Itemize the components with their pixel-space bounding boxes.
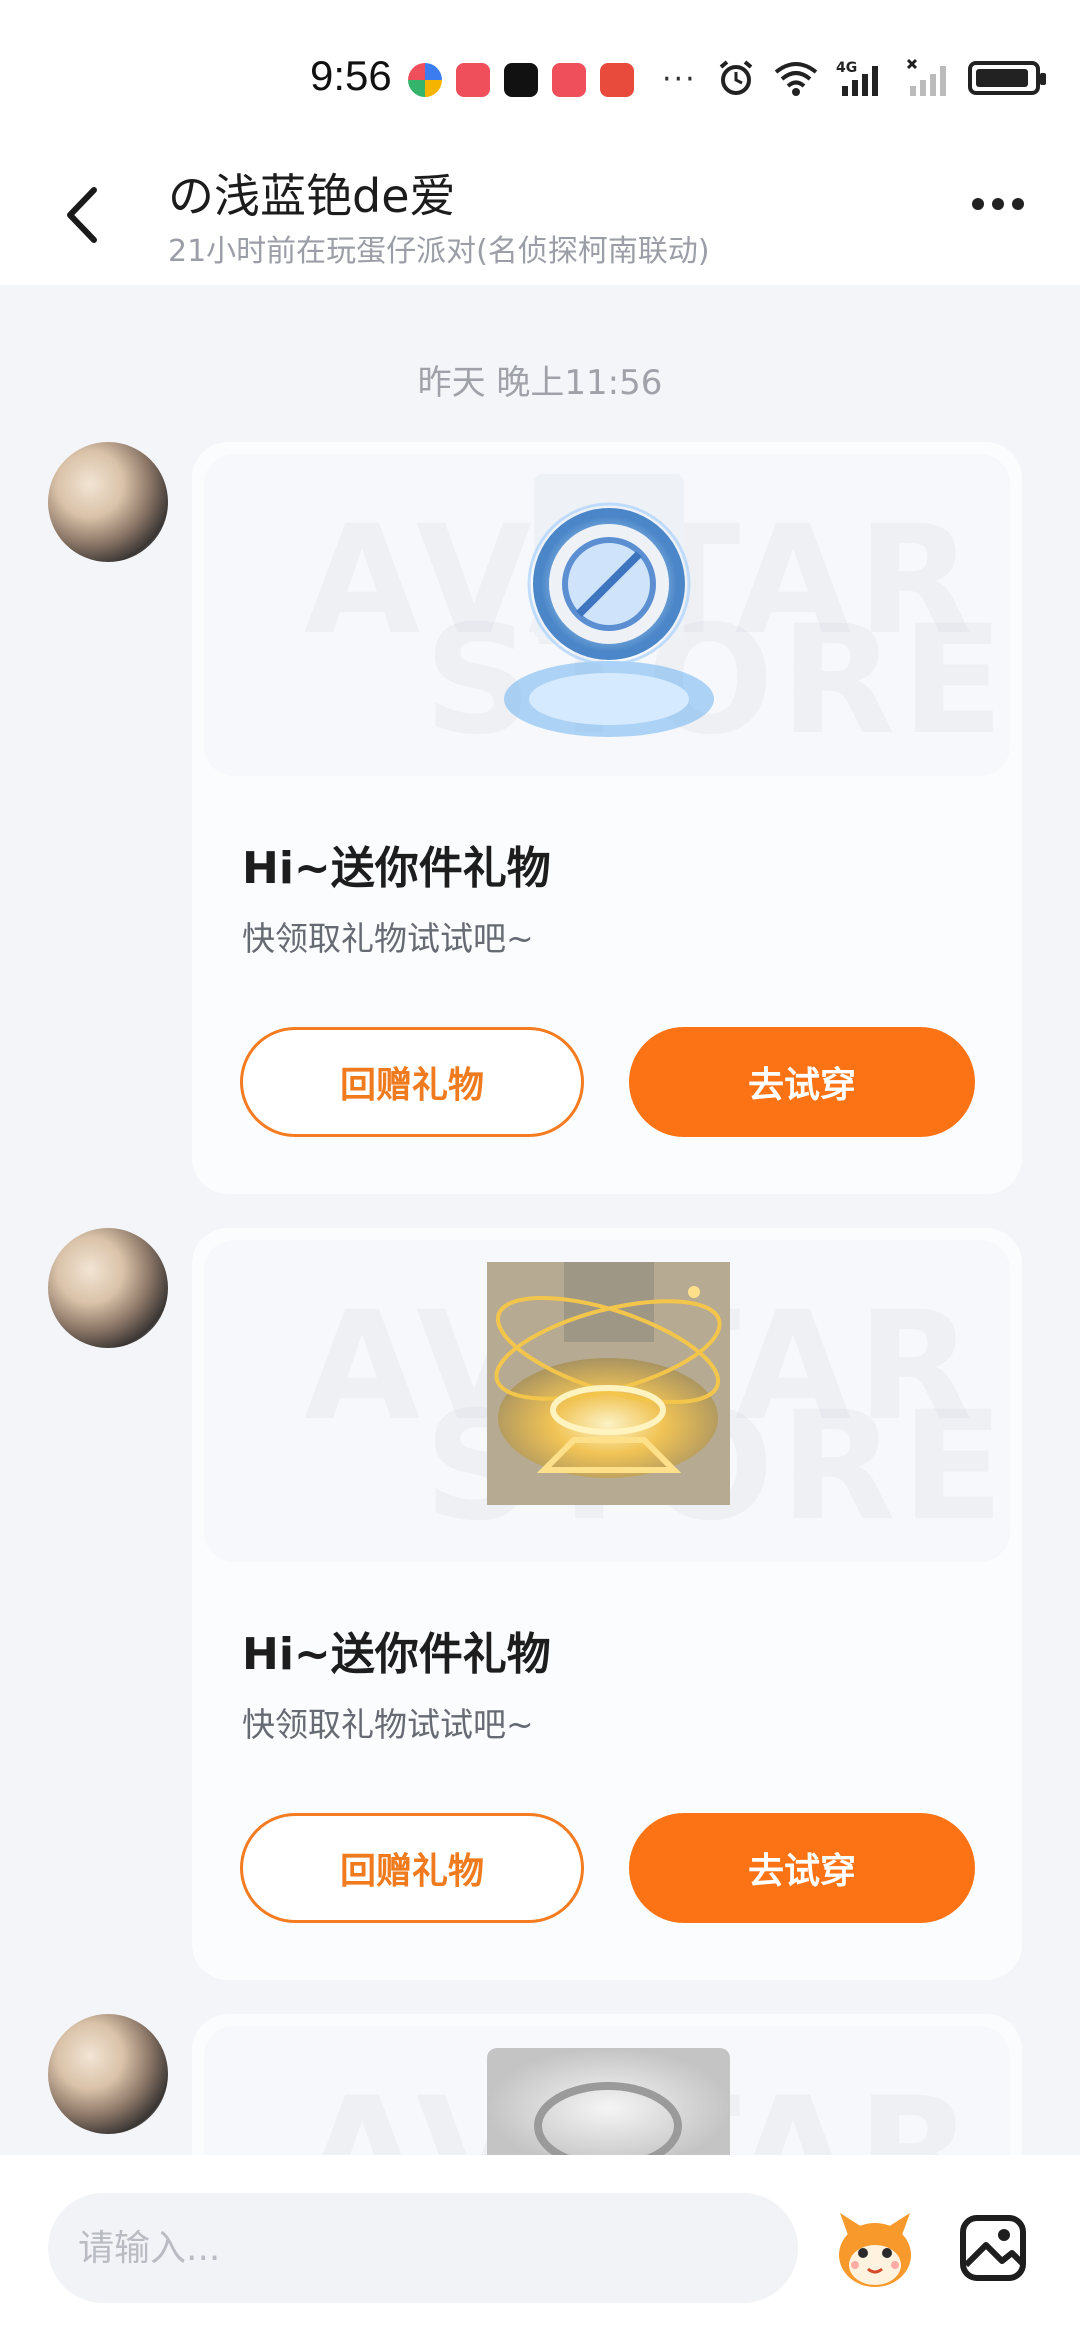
gift-title: Hi~送你件礼物 [242,843,551,894]
status-app-icons: ··· [408,62,697,97]
try-on-button[interactable]: 去试穿 [629,1813,975,1923]
app-icon [408,62,442,97]
signal-empty-icon [906,58,946,96]
message-input-bar [0,2155,1080,2340]
message-input[interactable] [48,2193,798,2303]
golden-orbit-gift-icon [487,1262,730,1505]
status-time: 9:56 [310,52,392,99]
chat-title: の浅蓝铯de爱 [168,169,456,223]
alarm-icon [719,60,753,95]
app-icon [456,62,490,97]
status-bar: 9:56 ··· 4G [0,0,1080,150]
try-on-button[interactable]: 去试穿 [629,1027,975,1137]
wifi-icon [774,62,818,96]
chat-subtitle: 21小时前在玩蛋仔派对(名侦探柯南联动) [168,234,710,269]
sender-avatar[interactable] [48,2014,168,2134]
eggy-mascot-icon[interactable] [830,2205,920,2295]
more-options-button[interactable] [972,198,1024,210]
gift-card: AVATAR STORE Hi~送你件礼物 快领取礼物试试吧~ 回赠礼物 去试穿 [192,1228,1022,1980]
gift-image: AVATAR STORE [204,454,1010,776]
chat-header: の浅蓝铯de爱 21小时前在玩蛋仔派对(名侦探柯南联动) [0,150,1080,285]
back-button[interactable] [58,180,108,250]
gift-description: 快领取礼物试试吧~ [242,919,534,958]
svg-text:4G: 4G [836,60,857,76]
sender-avatar[interactable] [48,442,168,562]
app-icon [504,62,538,97]
return-gift-button[interactable]: 回赠礼物 [240,1027,584,1137]
message-timestamp: 昨天 晚上11:56 [417,363,663,403]
app-icon [552,62,586,97]
gift-card: AVATAR STORE Hi~送你件礼物 快领取礼物试试吧~ 回赠礼物 去试穿 [192,442,1022,1194]
return-gift-button[interactable]: 回赠礼物 [240,1813,584,1923]
more-horizontal-icon [972,198,984,210]
app-icon [600,62,634,97]
image-icon[interactable] [958,2213,1028,2283]
sender-avatar[interactable] [48,1228,168,1348]
battery-icon [968,61,1046,95]
blue-ring-gift-icon [504,474,714,737]
gift-title: Hi~送你件礼物 [242,1629,551,1680]
gift-description: 快领取礼物试试吧~ [242,1705,534,1744]
gift-image: AVATAR STORE [204,1240,1010,1562]
status-right-icons: 4G [716,58,1046,98]
signal-4g-icon: 4G [836,60,878,96]
status-more-icon: ··· [662,62,697,97]
